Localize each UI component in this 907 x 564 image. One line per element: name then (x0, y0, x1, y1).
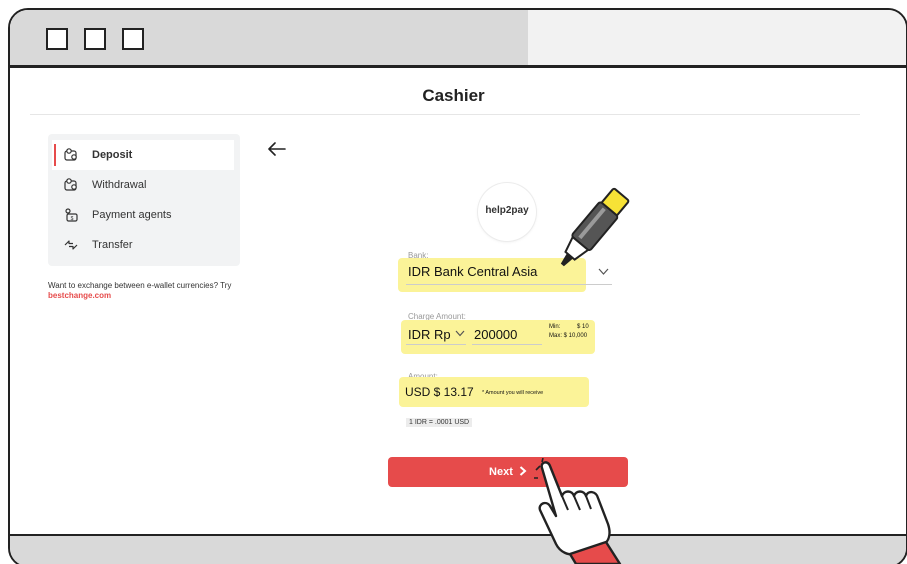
wallet-in-icon (64, 148, 77, 161)
sidebar-item-label: Withdrawal (92, 179, 147, 191)
currency-underline (406, 344, 466, 345)
help2pay-logo: help2pay (478, 183, 536, 241)
svg-text:$: $ (71, 216, 74, 222)
sidebar-item-deposit[interactable]: Deposit (52, 140, 234, 170)
next-button-label: Next (489, 466, 513, 478)
charge-amount-input[interactable]: 200000 (474, 327, 517, 342)
exchange-rate-badge: 1 IDR = .0001 USD (406, 418, 473, 427)
chevron-right-icon (519, 466, 527, 476)
amount-note: * Amount you will receive (482, 390, 544, 396)
sidebar-item-payment-agents[interactable]: $ Payment agents (52, 200, 234, 230)
sidebar-item-label: Payment agents (92, 209, 172, 221)
exchange-hint-text: Want to exchange between e-wallet curren… (48, 281, 232, 290)
amount-underline (472, 344, 542, 345)
sidebar-item-transfer[interactable]: Transfer (52, 230, 234, 260)
window-button-2[interactable] (84, 28, 106, 50)
back-arrow-icon[interactable] (268, 142, 286, 156)
wallet-out-icon (64, 178, 77, 191)
title-bar-divider (10, 65, 906, 68)
active-indicator (54, 144, 56, 166)
page-title: Cashier (422, 86, 485, 105)
pointing-hand-icon (534, 458, 622, 564)
bank-select[interactable]: IDR Bank Central Asia (408, 264, 537, 279)
bestchange-link[interactable]: bestchange.com (48, 291, 111, 300)
header-divider (30, 114, 860, 115)
bottom-bar (10, 534, 906, 564)
min-value: $ 10 (577, 324, 589, 330)
sidebar-item-withdrawal[interactable]: Withdrawal (52, 170, 234, 200)
currency-chevron-icon[interactable] (455, 330, 465, 337)
highlighter-marker-icon (560, 187, 630, 267)
window-button-1[interactable] (46, 28, 68, 50)
agent-icon: $ (65, 208, 78, 222)
exchange-hint: Want to exchange between e-wallet curren… (48, 281, 248, 301)
max-value: Max: $ 10,000 (549, 333, 588, 339)
logo-text: help2pay (485, 205, 529, 216)
sidebar-item-label: Transfer (92, 239, 133, 251)
bank-underline (406, 284, 612, 285)
sidebar-item-label: Deposit (92, 149, 133, 161)
cashier-sidebar: Deposit Withdrawal $ Payment agents Tran… (48, 134, 240, 266)
window-button-3[interactable] (122, 28, 144, 50)
transfer-icon (64, 240, 78, 250)
title-bar (10, 10, 906, 68)
amount-value: USD $ 13.17 (405, 385, 474, 399)
currency-select[interactable]: IDR Rp (408, 327, 451, 342)
min-label: Min: (549, 324, 561, 330)
